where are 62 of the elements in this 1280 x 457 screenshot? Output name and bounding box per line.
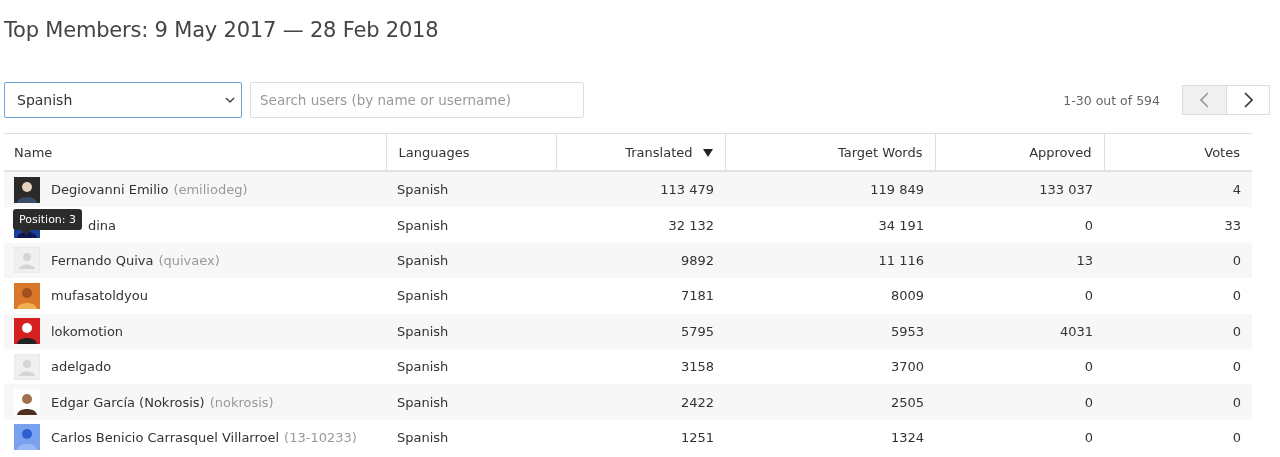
number-cell: 4031 <box>1059 323 1093 339</box>
number-cell: 5953 <box>890 323 924 339</box>
number-cell: 0 <box>1084 288 1093 304</box>
member-name[interactable]: Degiovanni Emilio <box>51 182 169 198</box>
number-cell: 5795 <box>680 323 714 339</box>
number-cell: 0 <box>1084 217 1093 233</box>
number-cell: 11 116 <box>878 252 924 268</box>
pagination-range: 1-30 out of 594 <box>1063 92 1160 108</box>
number-cell: 0 <box>1084 394 1093 410</box>
number-cell: 32 132 <box>668 217 714 233</box>
number-cell: 113 479 <box>660 182 714 198</box>
number-cell: 1324 <box>890 429 924 445</box>
member-name[interactable]: Carlos Benicio Carrasquel Villarroel <box>51 429 280 445</box>
language-cell: Spanish <box>397 217 449 233</box>
chevron-right-icon <box>1243 92 1253 108</box>
number-cell: 0 <box>1232 252 1241 268</box>
number-cell: 7181 <box>680 288 714 304</box>
number-cell: 0 <box>1084 429 1093 445</box>
member-name[interactable]: lokomotion <box>51 323 124 339</box>
number-cell: 1251 <box>680 429 714 445</box>
number-cell: 4 <box>1232 182 1241 198</box>
number-cell: 133 037 <box>1039 182 1093 198</box>
chevron-down-icon <box>225 96 235 104</box>
number-cell: 0 <box>1232 323 1241 339</box>
number-cell: 0 <box>1084 359 1093 375</box>
language-cell: Spanish <box>397 429 449 445</box>
language-cell: Spanish <box>397 394 449 410</box>
number-cell: 0 <box>1232 288 1241 304</box>
number-cell: 119 849 <box>870 182 924 198</box>
language-cell: Spanish <box>397 323 449 339</box>
member-username: (quivaex) <box>158 252 220 268</box>
number-cell: 34 191 <box>878 217 924 233</box>
number-cell: 0 <box>1232 394 1241 410</box>
member-username: (emiliodeg) <box>173 182 248 198</box>
default-avatar-icon <box>14 247 40 274</box>
number-cell: 2422 <box>680 394 714 410</box>
default-avatar-icon <box>14 353 40 380</box>
chevron-left-icon <box>1200 92 1209 108</box>
search-field[interactable]: Search users (by name or username) <box>250 82 584 118</box>
language-cell: Spanish <box>397 252 449 268</box>
member-name[interactable]: Edgar García (Nokrosis) <box>51 394 205 410</box>
member-name[interactable]: dina <box>88 217 117 233</box>
number-cell: 33 <box>1224 217 1241 233</box>
number-cell: 2505 <box>890 394 924 410</box>
number-cell: 3700 <box>890 359 924 375</box>
language-cell: Spanish <box>397 359 449 375</box>
member-name[interactable]: adelgado <box>51 359 112 375</box>
member-name[interactable]: mufasatoldyou <box>51 288 148 304</box>
language-cell: Spanish <box>397 288 449 304</box>
number-cell: 3158 <box>680 359 714 375</box>
number-cell: 0 <box>1232 429 1241 445</box>
number-cell: 9892 <box>680 252 714 268</box>
number-cell: 13 <box>1076 252 1093 268</box>
member-name[interactable]: Fernando Quiva <box>51 252 154 268</box>
member-username: (13-10233) <box>284 429 357 445</box>
number-cell: 8009 <box>890 288 924 304</box>
number-cell: 0 <box>1232 359 1241 375</box>
member-username: (nokrosis) <box>209 394 274 410</box>
next-page-button[interactable] <box>1226 85 1270 115</box>
language-select[interactable]: Spanish <box>4 82 242 118</box>
language-cell: Spanish <box>397 182 449 198</box>
page-title: Top Members: 9 May 2017 — 28 Feb 2018 <box>4 17 440 44</box>
